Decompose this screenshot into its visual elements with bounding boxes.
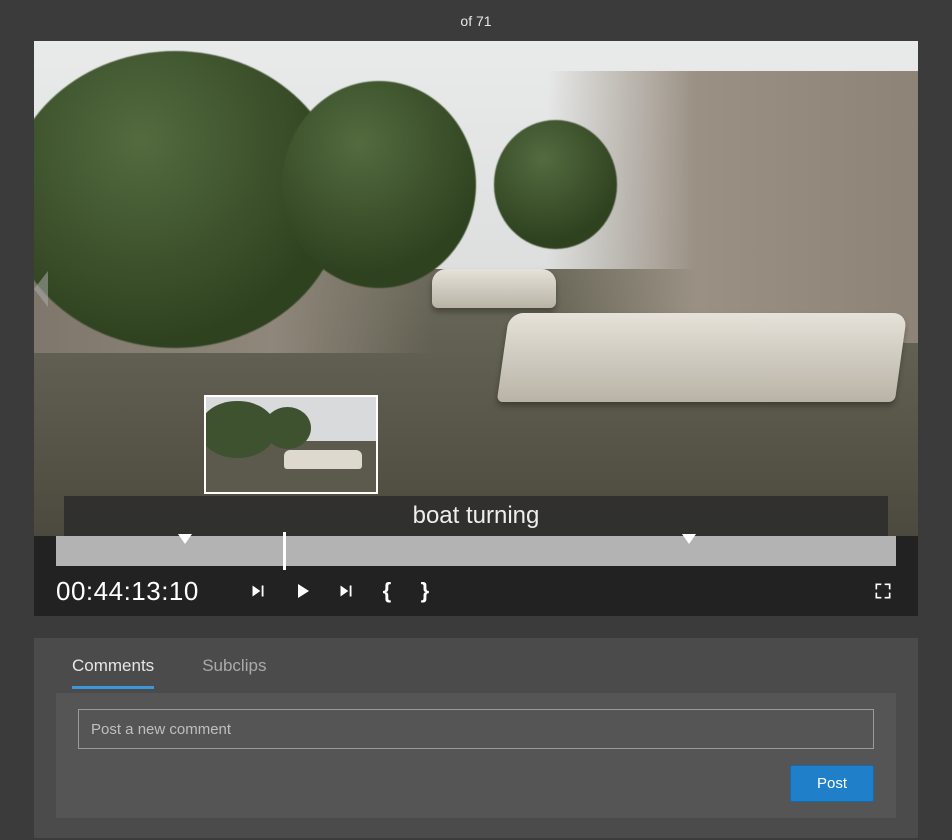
playhead[interactable] bbox=[283, 532, 286, 570]
play-button[interactable] bbox=[289, 578, 315, 604]
video-frame[interactable]: boat turning bbox=[34, 41, 918, 536]
timecode-display: 00:44:13:10 bbox=[56, 576, 199, 607]
marker-caption: boat turning bbox=[64, 496, 888, 536]
tab-subclips[interactable]: Subclips bbox=[202, 656, 266, 689]
timeline[interactable] bbox=[34, 536, 918, 566]
marker-in-icon[interactable] bbox=[178, 534, 192, 544]
player-controls: 00:44:13:10 { } bbox=[34, 566, 918, 616]
scene-boat bbox=[432, 269, 556, 309]
lower-panel: Comments Subclips Post bbox=[34, 638, 918, 838]
comment-area: Post bbox=[56, 693, 896, 818]
mark-out-button[interactable]: } bbox=[415, 578, 435, 604]
scene-tree bbox=[282, 81, 476, 289]
skip-back-icon bbox=[247, 580, 269, 602]
comment-input[interactable] bbox=[78, 709, 874, 749]
video-player: boat turning 00:44:13:10 { } bbox=[34, 41, 918, 616]
page-counter: of 71 bbox=[0, 0, 952, 41]
fullscreen-icon bbox=[873, 581, 893, 601]
timeline-thumbnail-preview bbox=[204, 395, 378, 494]
skip-back-button[interactable] bbox=[245, 578, 271, 604]
mark-in-button[interactable]: { bbox=[377, 578, 397, 604]
post-button[interactable]: Post bbox=[790, 765, 874, 802]
scene-boat bbox=[496, 313, 906, 402]
skip-forward-icon bbox=[335, 580, 357, 602]
skip-forward-button[interactable] bbox=[333, 578, 359, 604]
panel-tabs: Comments Subclips bbox=[34, 638, 918, 689]
tab-comments[interactable]: Comments bbox=[72, 656, 154, 689]
marker-out-icon[interactable] bbox=[682, 534, 696, 544]
previous-clip-button[interactable] bbox=[34, 271, 48, 307]
play-icon bbox=[290, 579, 314, 603]
scene-tree bbox=[494, 120, 618, 249]
fullscreen-button[interactable] bbox=[870, 578, 896, 604]
timeline-track[interactable] bbox=[56, 536, 896, 566]
